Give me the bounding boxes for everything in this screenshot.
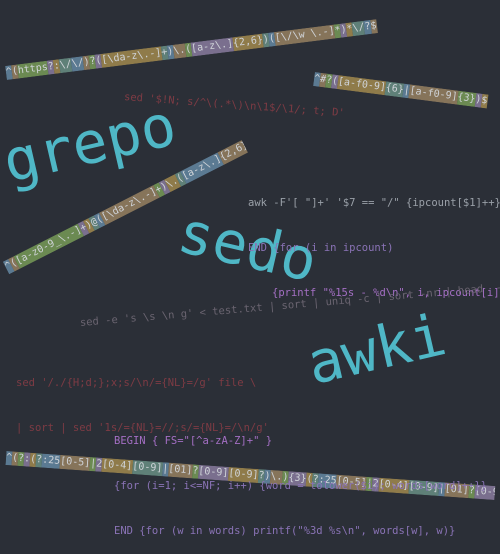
- awk-ipcount-line1: awk -F'[ "]+' '$7 == "/" {ipcount[$1]++}: [248, 197, 500, 209]
- regex-strip-url: ^(https?: \/\/)?([\da-z\.-] +) \.([a-z\.] {2…: [5, 15, 409, 80]
- regex-token: [\da-z\.-]: [99, 185, 160, 226]
- sed-sort-line1: sed '/./{H;d;};x;s/\n/={NL}=/g' file \: [16, 377, 257, 389]
- regex-token: [\da-z\.-]: [100, 46, 163, 68]
- regex-token: $: [480, 93, 489, 109]
- awk-wordfreq-snippet: BEGIN { FS="[^a-zA-Z]+" } {for (i=1; i<=…: [114, 404, 487, 554]
- regex-token: [a-z0-9_\.-]: [13, 223, 85, 269]
- awk-wordfreq-line1: BEGIN { FS="[^a-zA-Z]+" }: [114, 435, 273, 447]
- regex-token: {6}: [384, 81, 405, 98]
- regex-token: {3}: [456, 90, 477, 107]
- regex-token: [\/\w \.-]: [274, 24, 336, 46]
- regex-token: [0-5]: [59, 454, 91, 472]
- regex-strip-hex: ^ #?([a-f0-9] {6} | [a-f0-9] {3}) $: [313, 72, 489, 109]
- awk-ipcount-line2: END {for (i in ipcount): [248, 242, 394, 254]
- regex-token: $: [369, 19, 378, 34]
- regex-token: :25: [41, 453, 61, 469]
- regex-token: [a-z\.]: [190, 37, 235, 57]
- word-grep: grepo: [0, 90, 183, 196]
- regex-token: [a-f0-9]: [408, 84, 459, 105]
- regex-token: https: [17, 60, 49, 79]
- awk-wordfreq-line2: {for (i=1; i<=NF; i++) {word = tolower($…: [114, 480, 487, 492]
- awk-wordfreq-line3: END {for (w in words) printf("%3d %s\n",…: [114, 525, 456, 537]
- regex-token: [a-z\.]: [179, 152, 224, 184]
- regex-token: {2,6}: [232, 33, 264, 52]
- regex-token: [a-f0-9]: [337, 75, 387, 96]
- regex-token: {2,6}: [217, 140, 248, 165]
